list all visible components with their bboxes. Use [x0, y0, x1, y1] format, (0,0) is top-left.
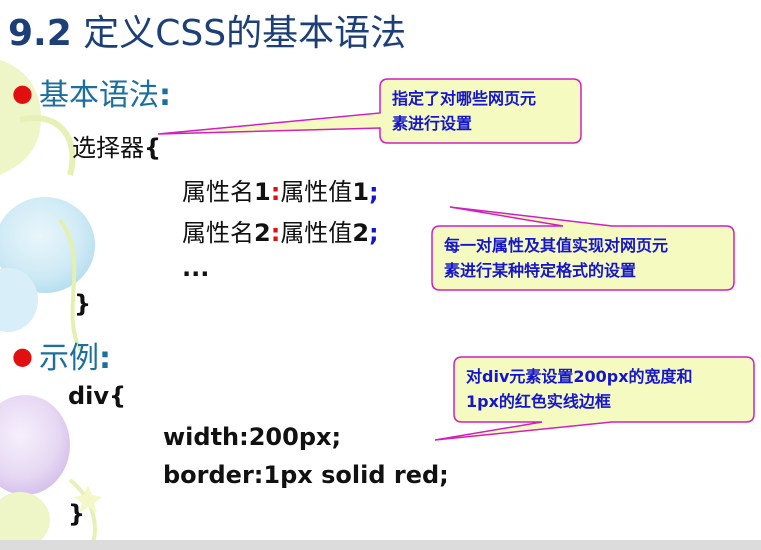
bullet-icon: ● — [12, 342, 33, 370]
slide-title: 9.2 定义CSS的基本语法 — [8, 4, 406, 56]
callout-line: 对div元素设置200px的宽度和 — [466, 367, 693, 386]
section-label: 基本语法 — [38, 78, 159, 113]
callout-3-text: 对div元素设置200px的宽度和 1px的红色实线边框 — [466, 364, 693, 414]
section-colon: : — [98, 341, 111, 376]
example-border-line: border:1px solid red; — [163, 461, 449, 489]
property-line-2: 属性名2:属性值2; — [182, 213, 379, 248]
bottom-bar — [0, 540, 761, 550]
property-terminator: ; — [369, 219, 379, 247]
selector-text: 选择器 — [72, 134, 144, 162]
property-value-number: 1 — [352, 178, 370, 206]
selector-line: 选择器{ — [72, 128, 161, 163]
property-value: 属性值 — [280, 219, 353, 247]
property-name-number: 1 — [254, 178, 271, 206]
bullet-icon: ● — [12, 79, 33, 107]
callout-line: 1px的红色实线边框 — [466, 392, 611, 411]
callout-line: 素进行设置 — [392, 114, 473, 133]
section-label: 示例 — [38, 341, 99, 376]
callout-line: 素进行某种特定格式的设置 — [444, 261, 637, 280]
property-terminator: ; — [369, 178, 379, 206]
property-value-number: 2 — [352, 219, 370, 247]
callout-1-text: 指定了对哪些网页元 素进行设置 — [392, 86, 536, 136]
section-example: ● 示例: — [12, 333, 111, 377]
example-width-line: width:200px; — [163, 423, 342, 451]
title-text: 定义CSS的基本语法 — [71, 13, 407, 54]
property-line-1: 属性名1:属性值1; — [182, 172, 379, 207]
property-separator: : — [270, 219, 281, 247]
example-close: } — [68, 500, 86, 528]
property-value: 属性值 — [280, 178, 353, 206]
property-separator: : — [270, 178, 281, 206]
section-basic-syntax: ● 基本语法: — [12, 70, 171, 114]
property-name: 属性名 — [182, 178, 254, 206]
property-name: 属性名 — [182, 219, 254, 247]
title-number: 9.2 — [8, 13, 72, 54]
ellipsis-line: ... — [182, 254, 210, 282]
section-colon: : — [158, 78, 171, 113]
open-brace: { — [144, 134, 162, 162]
close-brace: } — [74, 290, 92, 318]
callout-line: 指定了对哪些网页元 — [392, 89, 537, 108]
property-name-number: 2 — [254, 219, 271, 247]
callout-2-text: 每一对属性及其值实现对网页元 素进行某种特定格式的设置 — [444, 233, 668, 283]
callout-line: 每一对属性及其值实现对网页元 — [444, 236, 669, 255]
example-open: div{ — [68, 382, 127, 410]
